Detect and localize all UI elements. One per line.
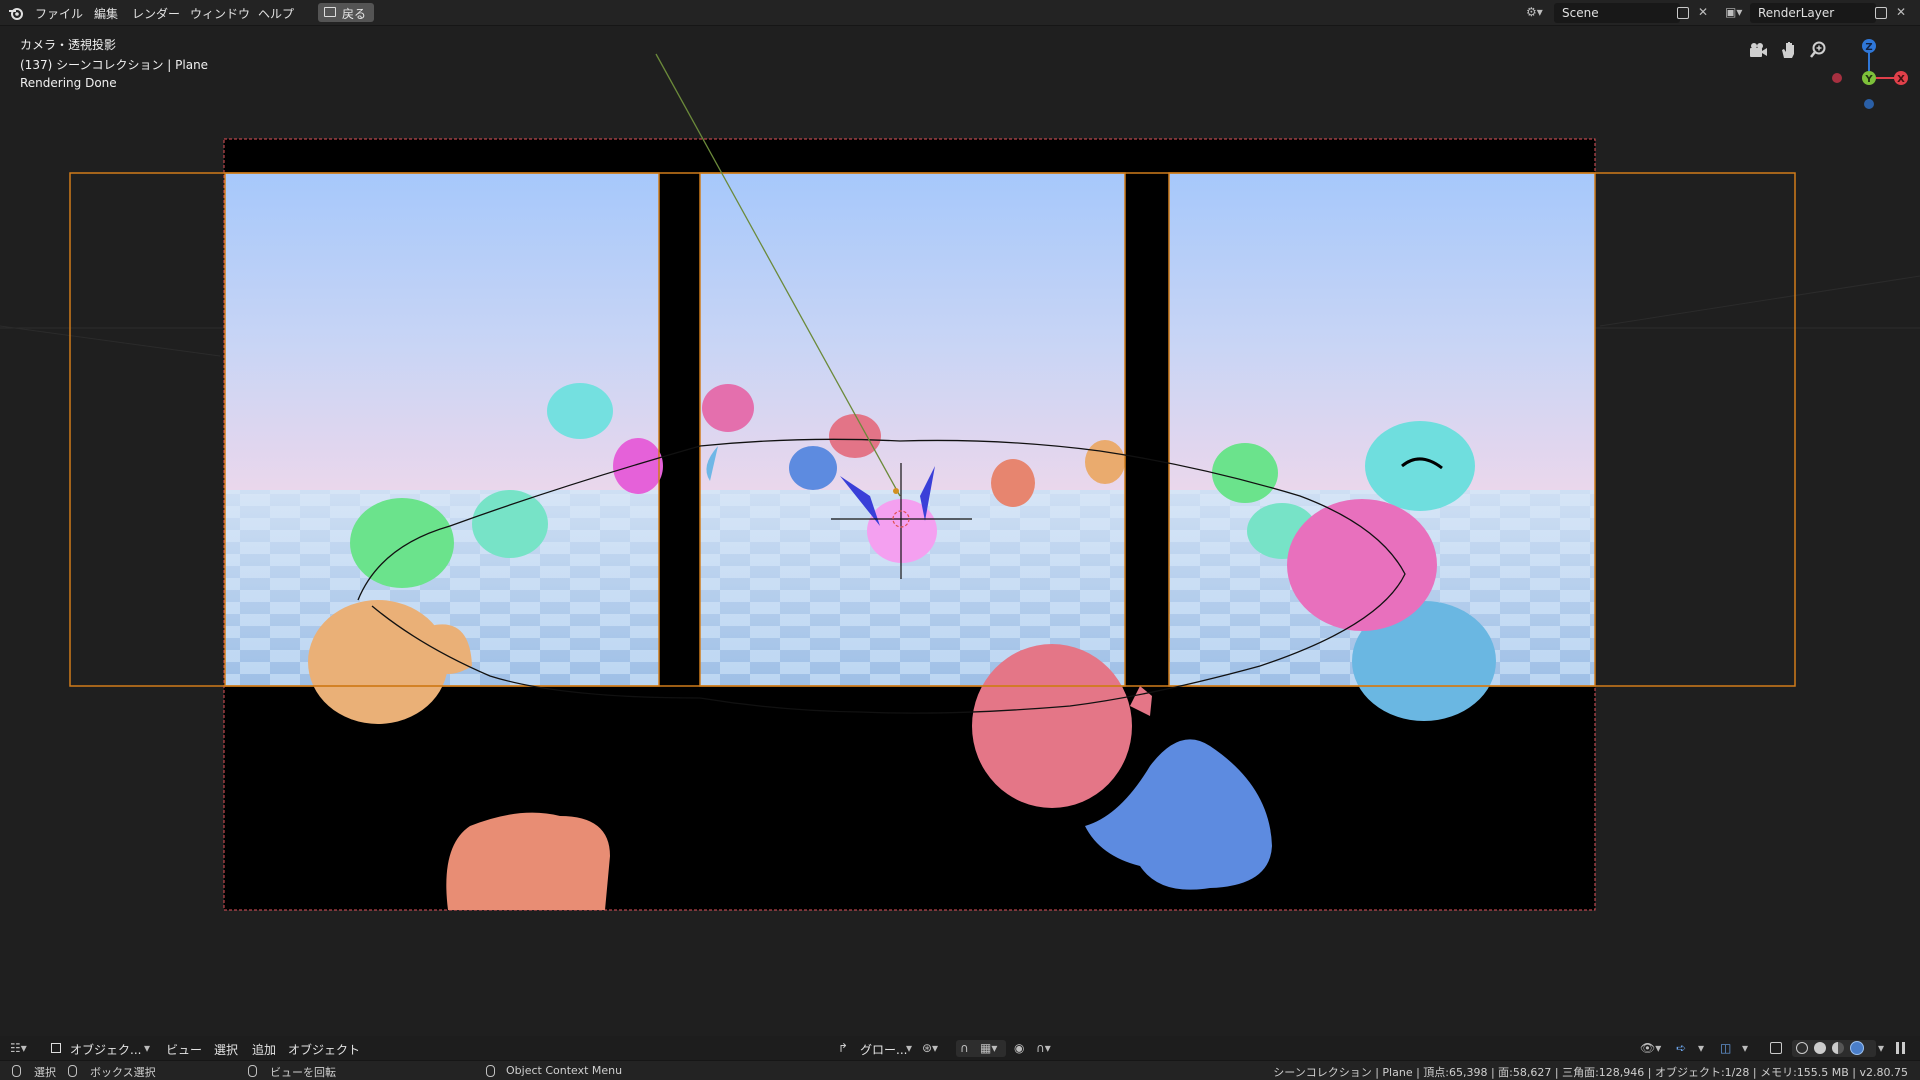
- object-mode-label: オブジェク...: [70, 1043, 142, 1057]
- copy-icon[interactable]: [1875, 7, 1887, 19]
- xray-icon[interactable]: [1770, 1042, 1782, 1054]
- viewport-scene: [0, 53, 1920, 911]
- chevron-down-icon: ▾: [1742, 1041, 1749, 1055]
- menu-view[interactable]: ビュー: [160, 1039, 204, 1058]
- proportional-icon[interactable]: ◉: [1014, 1041, 1024, 1055]
- view-layer-name: RenderLayer: [1758, 6, 1835, 20]
- back-button[interactable]: 戻る: [318, 3, 374, 22]
- axis-y-label: Y: [1864, 74, 1873, 85]
- mouse-middle-icon: [68, 1065, 77, 1077]
- status-bar: 選択 ボックス選択 ビューを回転 Object Context Menu シーン…: [0, 1060, 1920, 1080]
- menu-select-label: 選択: [214, 1043, 239, 1057]
- chevron-down-icon: ▾: [905, 1041, 912, 1055]
- visibility-icon[interactable]: 👁▾: [1640, 1041, 1661, 1055]
- axis-x-label: X: [1897, 74, 1905, 85]
- chevron-down-icon: ▾: [143, 1041, 150, 1055]
- status-box-select: ボックス選択: [90, 1066, 156, 1079]
- back-label: 戻る: [342, 7, 367, 21]
- view-layer-icon[interactable]: ▣▾: [1725, 5, 1742, 19]
- menu-add-label: 追加: [252, 1043, 277, 1057]
- render-status-label: Rendering Done: [20, 76, 117, 90]
- object-mode-icon: [51, 1043, 61, 1053]
- shading-solid-icon[interactable]: [1814, 1042, 1826, 1054]
- 3d-viewport[interactable]: カメラ・透視投影 (137) シーンコレクション | Plane Renderi…: [0, 26, 1920, 1036]
- menu-help[interactable]: ヘルプ: [258, 5, 294, 22]
- shading-wireframe-icon[interactable]: [1796, 1042, 1808, 1054]
- menu-select[interactable]: 選択: [208, 1039, 242, 1058]
- camera-icon[interactable]: [1748, 42, 1768, 60]
- copy-icon[interactable]: [1677, 7, 1689, 19]
- view-layer-field[interactable]: RenderLayer: [1750, 3, 1876, 23]
- mouse-left-icon: [12, 1065, 21, 1077]
- close-icon[interactable]: ✕: [1698, 5, 1708, 19]
- gizmo-toggle[interactable]: ➪ ▾: [1674, 1040, 1714, 1057]
- mouse-middle-icon: [248, 1065, 257, 1077]
- axis-z-label: Z: [1865, 42, 1872, 53]
- status-select: 選択: [34, 1066, 56, 1079]
- shading-mode-group: [1792, 1040, 1876, 1057]
- close-icon[interactable]: ✕: [1896, 5, 1906, 19]
- editor-type-icon[interactable]: ☷▾: [10, 1041, 27, 1055]
- transform-orientation-dropdown[interactable]: ↱ グロー... ▾: [834, 1039, 914, 1058]
- menu-add[interactable]: 追加: [246, 1039, 280, 1058]
- menu-window[interactable]: ウィンドウ: [190, 5, 250, 22]
- menu-object-label: オブジェクト: [288, 1043, 361, 1057]
- falloff-icon[interactable]: ∩▾: [1036, 1041, 1051, 1055]
- render-panel-right: [1169, 173, 1595, 721]
- orientation-icon: ↱: [838, 1041, 849, 1055]
- snap-icon: ∩: [960, 1041, 969, 1055]
- view-name-label: カメラ・透視投影: [20, 38, 117, 52]
- menu-render[interactable]: レンダー: [132, 5, 180, 22]
- mouse-right-icon: [486, 1065, 495, 1077]
- status-rotate-view: ビューを回転: [270, 1066, 336, 1079]
- scene-statistics: シーンコレクション | Plane | 頂点:65,398 | 面:58,627…: [1273, 1066, 1908, 1079]
- render-panel-left: [225, 173, 663, 724]
- shading-rendered-icon[interactable]: [1850, 1041, 1864, 1055]
- menu-edit[interactable]: 編集: [94, 5, 118, 22]
- collection-info-label: (137) シーンコレクション | Plane: [20, 58, 209, 72]
- overlay-toggle[interactable]: ◫ ▾: [1718, 1040, 1758, 1057]
- top-menu-bar: ファイル 編集 レンダー ウィンドウ ヘルプ 戻る ⚙▾ Scene ✕ ▣▾ …: [0, 0, 1920, 26]
- snap-toggle[interactable]: ∩ ▦▾: [956, 1040, 1006, 1057]
- back-icon: [324, 7, 336, 17]
- pivot-icon[interactable]: ⊛▾: [922, 1041, 938, 1055]
- scene-icon[interactable]: ⚙▾: [1526, 5, 1543, 19]
- pause-icon[interactable]: [1902, 1042, 1905, 1054]
- menu-object[interactable]: オブジェクト: [282, 1039, 362, 1058]
- menu-file[interactable]: ファイル: [35, 5, 83, 22]
- object-mode-dropdown[interactable]: オブジェク... ▾: [46, 1039, 154, 1058]
- axis-gizmo[interactable]: Z Y X: [1825, 26, 1920, 126]
- gizmo-icon: ➪: [1676, 1041, 1687, 1055]
- scene-field[interactable]: Scene: [1554, 3, 1680, 23]
- blender-logo-icon[interactable]: [8, 5, 24, 21]
- transform-orientation-label: グロー...: [860, 1043, 908, 1057]
- viewport-header: ☷▾ オブジェク... ▾ ビュー 選択 追加 オブジェクト ↱ グロー... …: [0, 1036, 1920, 1060]
- pause-icon[interactable]: [1896, 1042, 1899, 1054]
- shading-material-icon[interactable]: [1832, 1042, 1844, 1054]
- chevron-down-icon[interactable]: ▾: [1878, 1041, 1884, 1055]
- overlay-icon: ◫: [1720, 1041, 1732, 1055]
- snap-target-icon: ▦▾: [980, 1041, 998, 1055]
- status-context-menu: Object Context Menu: [506, 1064, 623, 1077]
- scene-name: Scene: [1562, 6, 1599, 20]
- hand-icon[interactable]: [1780, 40, 1798, 60]
- chevron-down-icon: ▾: [1698, 1041, 1705, 1055]
- menu-view-label: ビュー: [166, 1043, 203, 1057]
